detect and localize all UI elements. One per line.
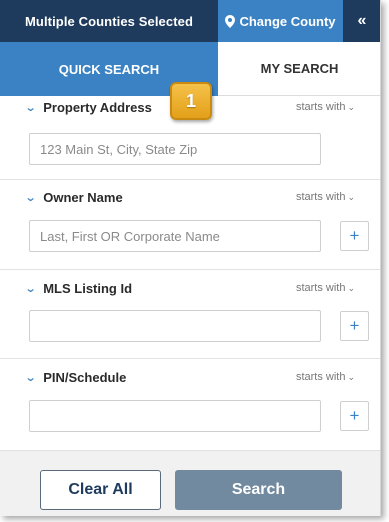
- clear-all-button[interactable]: Clear All: [40, 470, 161, 510]
- plus-icon: +: [349, 316, 360, 335]
- add-pin-schedule-button[interactable]: +: [340, 401, 369, 431]
- owner-name-input[interactable]: [29, 220, 321, 252]
- chevron-down-icon: ⌄: [347, 192, 355, 202]
- chevron-down-icon: ⌄: [24, 102, 37, 114]
- chevron-down-icon: ⌄: [24, 372, 37, 384]
- chevron-down-icon: ⌄: [24, 283, 37, 295]
- property-address-input[interactable]: [29, 133, 321, 165]
- mls-listing-id-section: ⌄ MLS Listing Id starts with ⌄ +: [0, 281, 380, 359]
- mls-listing-id-match-select[interactable]: starts with ⌄: [296, 282, 355, 294]
- owner-name-toggle[interactable]: ⌄ Owner Name: [24, 190, 123, 205]
- county-bar: Multiple Counties Selected Change County…: [0, 0, 380, 42]
- property-address-match-select[interactable]: starts with ⌄: [296, 101, 355, 113]
- add-mls-listing-id-button[interactable]: +: [340, 311, 369, 341]
- owner-name-section: ⌄ Owner Name starts with⌄ +: [0, 190, 380, 270]
- pin-schedule-toggle[interactable]: ⌄ PIN/Schedule: [24, 370, 127, 385]
- double-chevron-left-icon: «: [357, 12, 367, 29]
- collapse-panel-button[interactable]: «: [343, 0, 380, 42]
- mls-listing-id-toggle[interactable]: ⌄ MLS Listing Id: [24, 281, 133, 296]
- search-button[interactable]: Search: [175, 470, 342, 510]
- search-panel: Multiple Counties Selected Change County…: [0, 0, 381, 516]
- mls-listing-id-input[interactable]: [29, 310, 321, 342]
- mls-listing-id-label: MLS Listing Id: [43, 281, 133, 296]
- selected-counties-label: Multiple Counties Selected: [0, 0, 218, 42]
- owner-name-match-select[interactable]: starts with ⌄: [296, 191, 355, 203]
- change-county-label: Change County: [239, 13, 336, 29]
- callout-badge: 1: [170, 82, 212, 120]
- plus-icon: +: [349, 406, 360, 425]
- chevron-down-icon: ⌄: [347, 372, 355, 382]
- property-address-toggle[interactable]: ⌄ Property Address: [24, 100, 152, 115]
- tab-my-search[interactable]: MY SEARCH: [218, 42, 380, 96]
- pin-schedule-section: ⌄ PIN/Schedule starts with ⌄ +: [0, 370, 380, 448]
- plus-icon: +: [349, 226, 360, 245]
- property-address-label: Property Address: [43, 100, 152, 115]
- pin-schedule-input[interactable]: [29, 400, 321, 432]
- change-county-button[interactable]: Change County: [218, 0, 343, 42]
- pin-schedule-match-select[interactable]: starts with ⌄: [296, 371, 355, 383]
- chevron-down-icon: ⌄: [347, 283, 355, 293]
- chevron-down-icon: ⌄: [347, 102, 355, 112]
- chevron-down-icon: ⌄: [24, 192, 37, 204]
- owner-name-label: Owner Name: [43, 190, 123, 205]
- add-owner-name-button[interactable]: +: [340, 221, 369, 251]
- search-footer: Clear All Search: [0, 450, 380, 516]
- map-pin-icon: [225, 14, 236, 28]
- pin-schedule-label: PIN/Schedule: [43, 370, 127, 385]
